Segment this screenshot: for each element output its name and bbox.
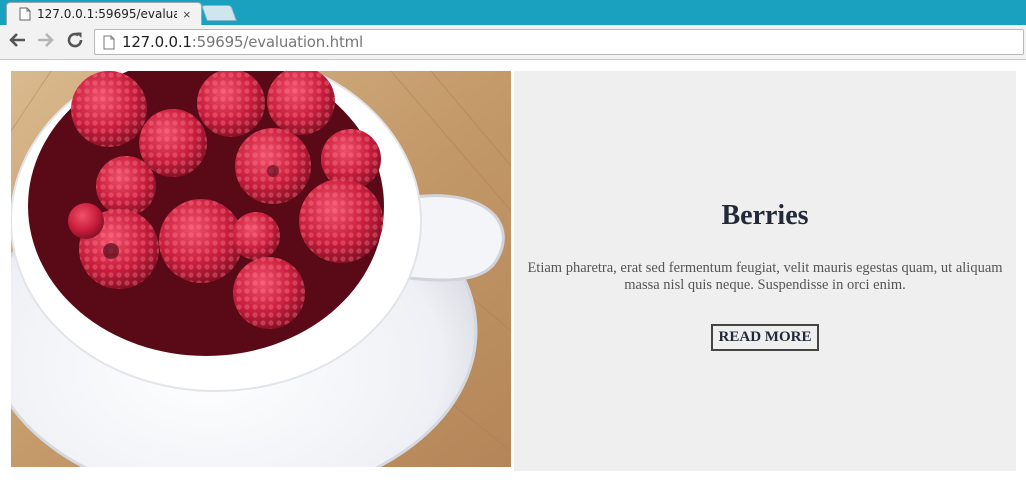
card-title: Berries (721, 199, 809, 231)
card-description: Etiam pharetra, erat sed fermentum feugi… (527, 259, 1003, 293)
tab-title: 127.0.0.1:59695/evaluation (37, 7, 177, 21)
close-icon[interactable]: × (183, 7, 191, 22)
browser-tab[interactable]: 127.0.0.1:59695/evaluation × (6, 2, 202, 25)
tab-strip: 127.0.0.1:59695/evaluation × (0, 0, 1026, 25)
page-icon (19, 7, 31, 21)
back-arrow-icon (8, 32, 26, 53)
back-button[interactable] (6, 31, 28, 53)
address-bar[interactable]: 127.0.0.1:59695/evaluation.html (94, 29, 1024, 55)
page-icon (103, 35, 115, 50)
forward-arrow-icon (37, 32, 55, 53)
page-viewport: Berries Etiam pharetra, erat sed ferment… (0, 61, 1026, 494)
new-tab-button[interactable] (201, 5, 237, 21)
read-more-button[interactable]: READ MORE (710, 323, 820, 351)
url-path: :59695/evaluation.html (191, 33, 364, 51)
berries-photo (11, 71, 511, 467)
reload-button[interactable] (64, 31, 86, 53)
url-host: 127.0.0.1 (122, 33, 192, 51)
berries-card: Berries Etiam pharetra, erat sed ferment… (514, 71, 1016, 471)
reload-icon (66, 31, 84, 54)
forward-button[interactable] (35, 31, 57, 53)
browser-toolbar: 127.0.0.1:59695/evaluation.html (0, 25, 1026, 60)
